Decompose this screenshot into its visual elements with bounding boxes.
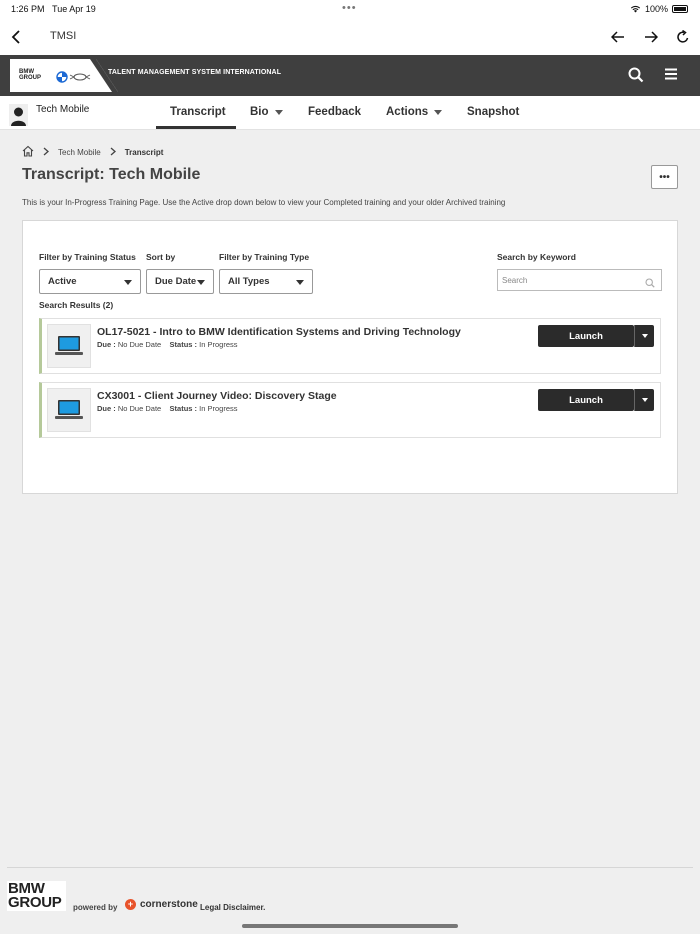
chevron-down-icon (434, 109, 443, 115)
search-icon[interactable] (645, 275, 655, 293)
tab-transcript[interactable]: Transcript (170, 106, 226, 118)
home-icon[interactable] (22, 145, 34, 159)
page-intro: This is your In-Progress Training Page. … (22, 198, 506, 207)
launch-options-button[interactable] (634, 389, 654, 411)
breadcrumb-parent[interactable]: Tech Mobile (58, 148, 101, 157)
course-meta: Due : No Due Date Status : In Progress (97, 340, 238, 349)
bmw-group-footer-logo: BMW GROUP (7, 881, 66, 911)
status-bar: 1:26 PM Tue Apr 19 ••• 100% (0, 0, 700, 20)
wifi-icon (630, 5, 641, 13)
sort-select[interactable]: Due Date (146, 269, 214, 294)
user-profile[interactable]: Tech Mobile (9, 102, 89, 126)
course-thumbnail[interactable] (47, 388, 91, 432)
type-filter-label: Filter by Training Type (219, 252, 310, 262)
status-right: 100% (630, 4, 688, 14)
search-icon[interactable] (628, 67, 646, 85)
cornerstone-logo: + cornerstone (125, 899, 198, 910)
browser-navbar: TMSI (0, 20, 700, 55)
brand-header: BMW GROUP TALENT MANAGEMENT SYSTEM INTERN… (0, 55, 700, 96)
page-title: Transcript: Tech Mobile (22, 166, 201, 183)
status-time: 1:26 PM Tue Apr 19 (11, 4, 96, 14)
arrow-right-icon[interactable] (641, 27, 661, 47)
legal-disclaimer-link[interactable]: Legal Disclaimer. (200, 903, 265, 912)
tab-actions[interactable]: Actions (386, 106, 443, 118)
launch-button[interactable]: Launch (538, 325, 634, 347)
chevron-down-icon (296, 280, 304, 285)
tab-feedback[interactable]: Feedback (308, 106, 361, 118)
course-title[interactable]: CX3001 - Client Journey Video: Discovery… (97, 390, 337, 402)
more-options-button[interactable]: ••• (651, 165, 678, 189)
arrow-left-icon[interactable] (608, 27, 628, 47)
launch-button[interactable]: Launch (538, 389, 634, 411)
chevron-right-icon (110, 147, 116, 158)
list-item: CX3001 - Client Journey Video: Discovery… (39, 382, 661, 438)
tab-bio[interactable]: Bio (250, 106, 283, 118)
list-item: OL17-5021 - Intro to BMW Identification … (39, 318, 661, 374)
course-thumbnail[interactable] (47, 324, 91, 368)
browser-title: TMSI (50, 30, 77, 42)
chevron-down-icon (274, 109, 283, 115)
brand-logo-text: BMW GROUP (19, 69, 42, 81)
search-results-count: Search Results (2) (39, 300, 114, 310)
laptop-icon (55, 336, 83, 355)
breadcrumb: Tech Mobile Transcript (22, 145, 163, 159)
cornerstone-icon: + (125, 899, 136, 910)
system-name: TALENT MANAGEMENT SYSTEM INTERNATIONAL (108, 69, 282, 76)
course-meta: Due : No Due Date Status : In Progress (97, 404, 238, 413)
type-filter-select[interactable]: All Types (219, 269, 313, 294)
keyword-label: Search by Keyword (497, 252, 576, 262)
menu-icon[interactable] (664, 67, 682, 85)
search-input[interactable] (498, 270, 638, 291)
tab-bar: Tech Mobile Transcript Bio Feedback Acti… (0, 96, 700, 130)
status-filter-select[interactable]: Active (39, 269, 141, 294)
multitask-dots-icon[interactable]: ••• (342, 2, 357, 14)
home-indicator[interactable] (242, 924, 458, 928)
avatar (9, 104, 28, 126)
launch-options-button[interactable] (634, 325, 654, 347)
battery-icon (672, 5, 688, 13)
transcript-panel: Filter by Training Status Sort by Filter… (22, 220, 678, 494)
course-title[interactable]: OL17-5021 - Intro to BMW Identification … (97, 326, 461, 338)
tab-snapshot[interactable]: Snapshot (467, 106, 519, 118)
back-chevron-icon[interactable] (6, 27, 26, 47)
user-name: Tech Mobile (36, 104, 90, 115)
chevron-right-icon (43, 147, 49, 158)
powered-by-text: powered by (73, 903, 118, 912)
battery-percent: 100% (644, 4, 668, 14)
reload-icon[interactable] (673, 27, 693, 47)
laptop-icon (55, 400, 83, 419)
status-filter-label: Filter by Training Status (39, 252, 136, 262)
chevron-down-icon (197, 280, 205, 285)
sort-label: Sort by (146, 252, 176, 262)
chevron-down-icon (124, 280, 132, 285)
chevron-down-icon (641, 334, 648, 338)
active-tab-indicator (156, 126, 236, 129)
keyword-search (497, 269, 662, 291)
breadcrumb-current: Transcript (124, 147, 164, 157)
chevron-down-icon (641, 398, 648, 402)
